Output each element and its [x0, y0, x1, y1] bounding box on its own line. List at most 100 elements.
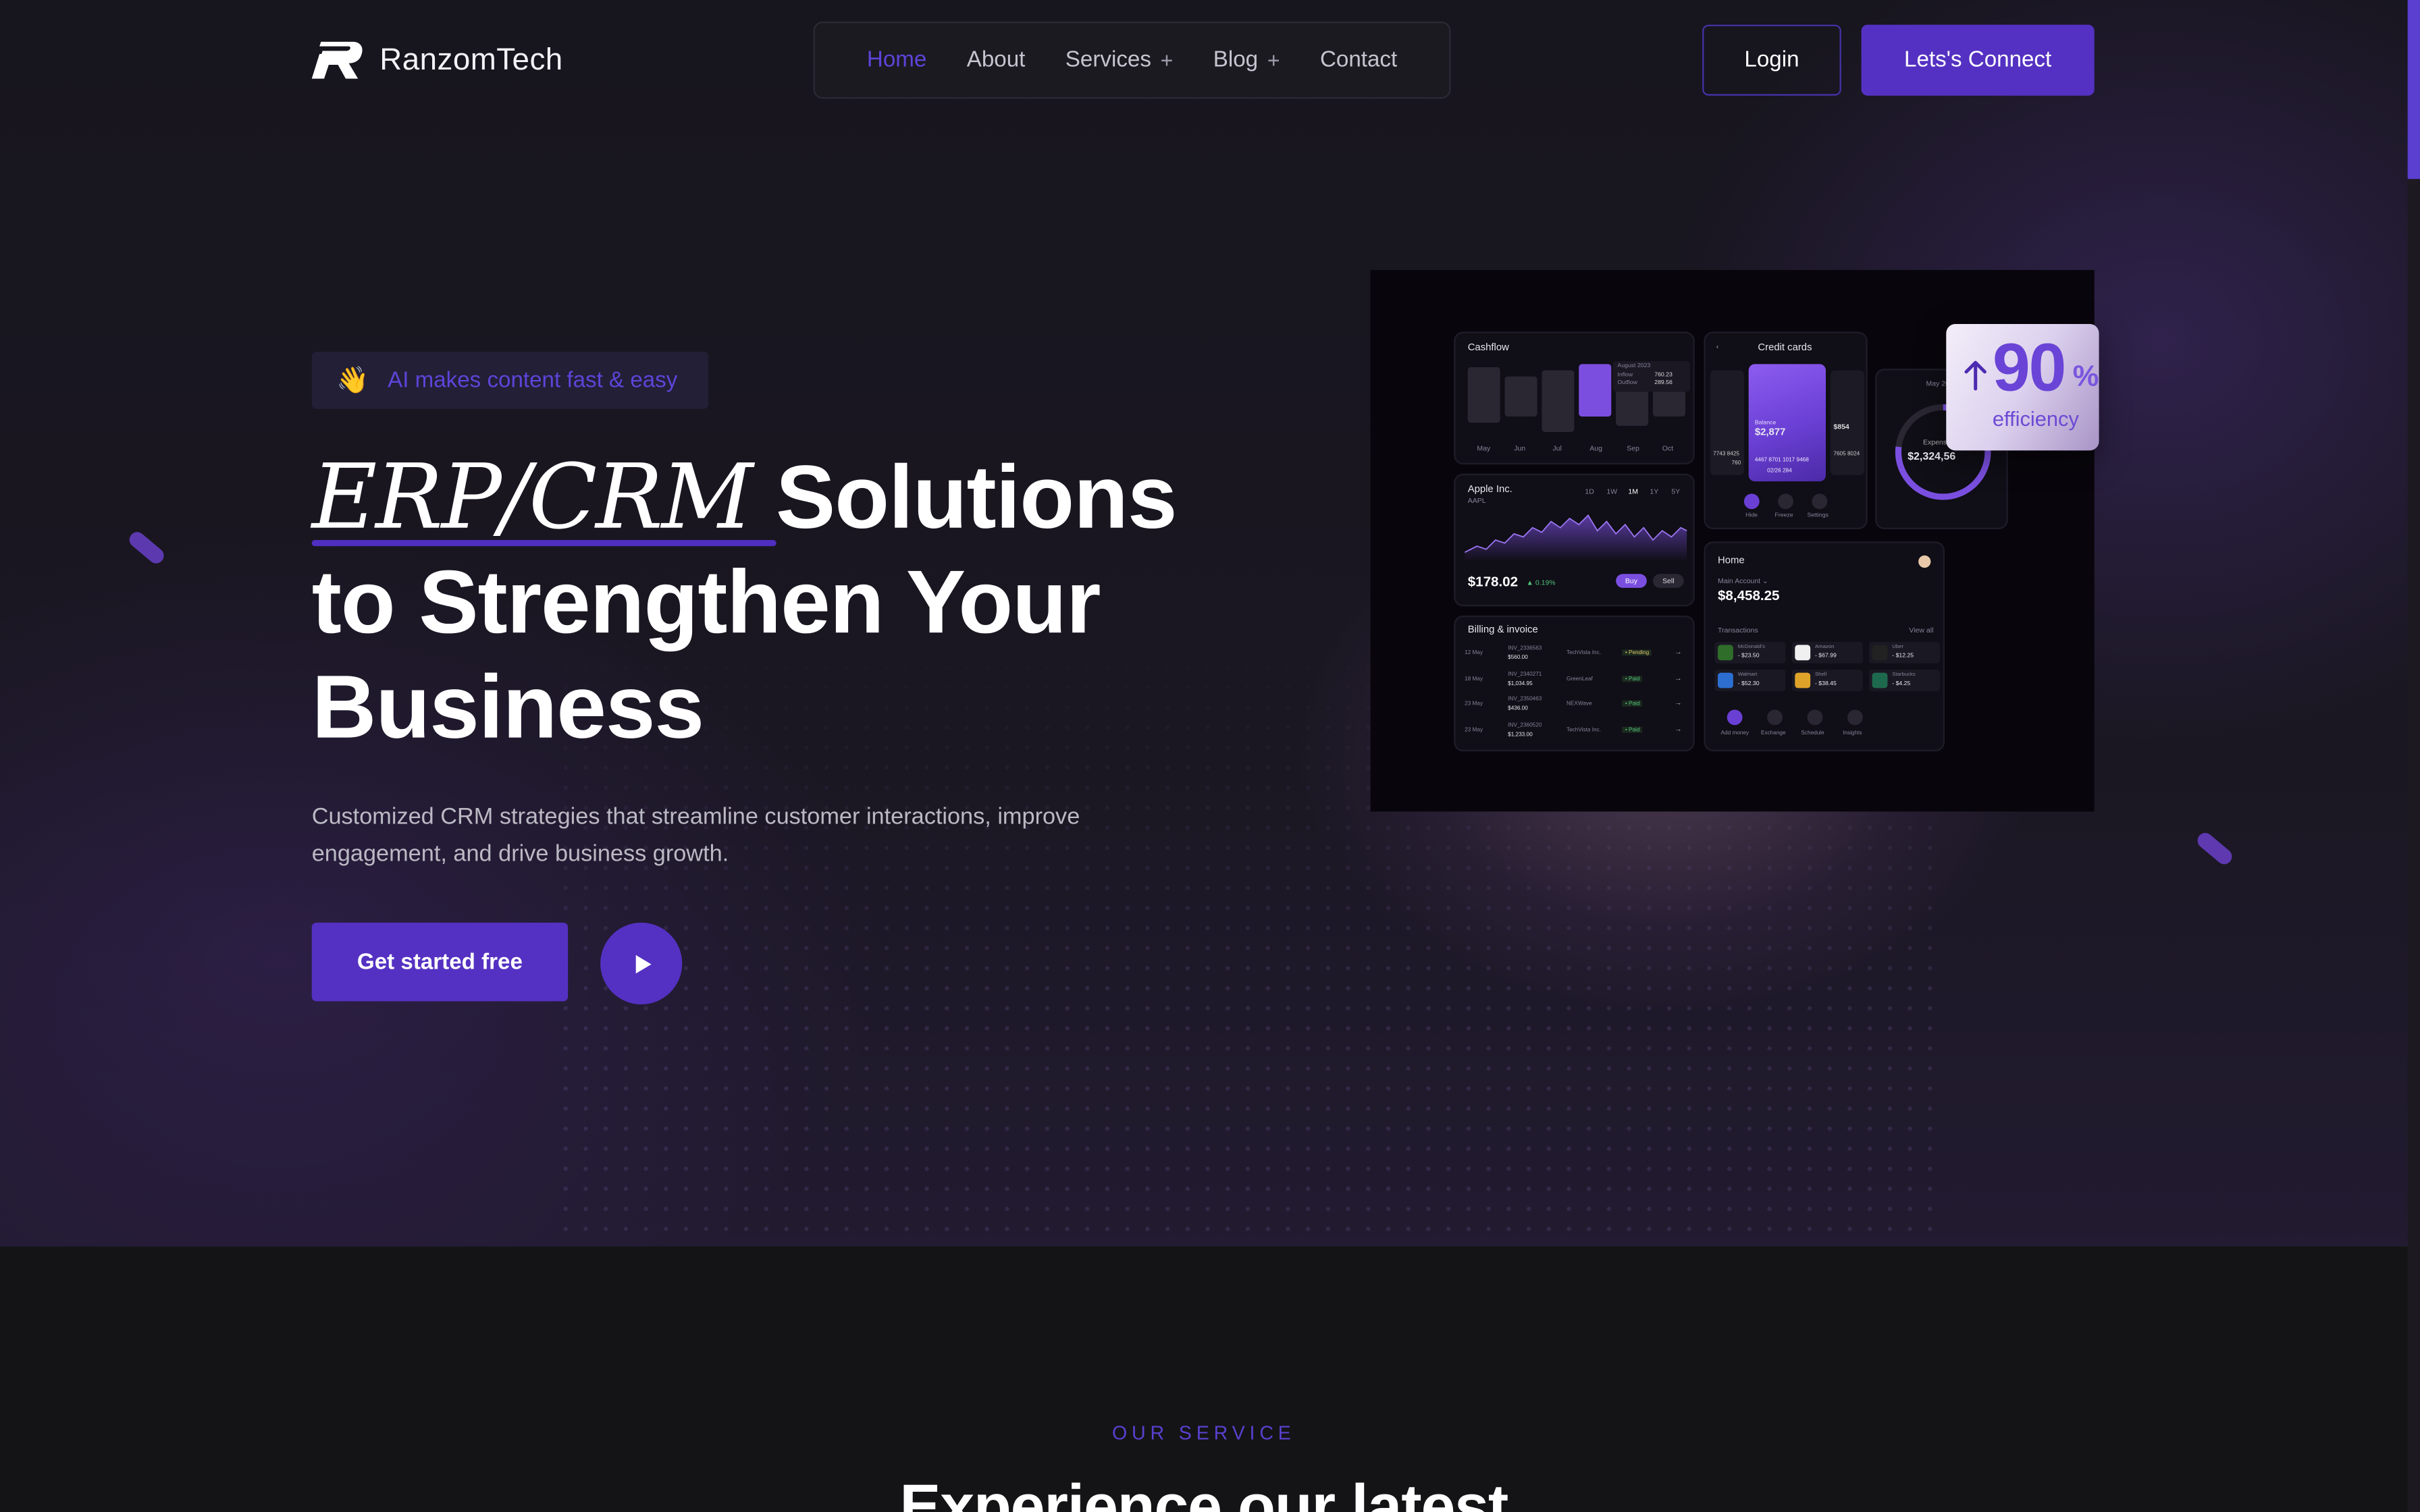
arrow-up-icon — [1964, 360, 1987, 391]
transaction-amount: - $12.25 — [1892, 652, 1914, 659]
insights-icon[interactable] — [1847, 709, 1863, 726]
card-balance: $2,877 — [1754, 427, 1786, 439]
get-started-button[interactable]: Get started free — [311, 922, 569, 1002]
play-video-button[interactable] — [600, 922, 683, 1004]
hero-title-line3: Business — [311, 657, 704, 758]
arrow-right-icon[interactable]: → — [1675, 648, 1682, 655]
hero-badge: 👋 AI makes content fast & easy — [311, 352, 709, 409]
credit-cards-card: ‹ Credit cards 7743 8425 760 Balance $2,… — [1704, 331, 1868, 529]
action-label: Freeze — [1774, 512, 1793, 518]
page: RanzomTech Home About Services + Blog + … — [0, 0, 2420, 1512]
avatar[interactable] — [1918, 555, 1931, 568]
side-card-number: 7605 8024 — [1833, 450, 1860, 457]
account-selector[interactable]: Main Account ⌄ — [1718, 577, 1768, 587]
invoice-amount: $1,034.95 — [1508, 679, 1533, 686]
merchant-name: Walmart — [1737, 671, 1758, 678]
services-eyebrow: OUR SERVICE — [1111, 1422, 1296, 1444]
stock-ticker: AAPL — [1467, 496, 1486, 505]
arrow-right-icon[interactable]: → — [1675, 699, 1682, 706]
card-stack-right: $854 7605 8024 — [1830, 370, 1865, 475]
nav-item-about[interactable]: About — [967, 48, 1026, 73]
arrow-right-icon[interactable]: → — [1675, 724, 1682, 732]
home-title: Home — [1717, 555, 1745, 566]
invoice-date: 12 May — [1465, 649, 1483, 656]
invoice-amount: $1,233.00 — [1508, 730, 1533, 737]
services-section — [0, 1246, 2420, 1512]
action-label: Hide — [1745, 512, 1758, 518]
invoice-date: 18 May — [1465, 674, 1483, 682]
stock-sparkline — [1465, 514, 1687, 562]
scrollbar-thumb[interactable] — [2407, 0, 2420, 180]
nav-label: Blog — [1213, 47, 1259, 73]
nav-item-contact[interactable]: Contact — [1320, 48, 1397, 73]
efficiency-unit: % — [2072, 360, 2099, 394]
cashflow-card: Cashflow August 2023 Inflow 760.23 Outfl… — [1454, 331, 1695, 464]
buy-button[interactable]: Buy — [1616, 574, 1647, 588]
card-balance-label: Balance — [1754, 419, 1777, 426]
invoice-id: INV_2340271 — [1508, 670, 1542, 677]
merchant-name: Shell — [1814, 671, 1827, 678]
merchant-name: Starbucks — [1892, 671, 1916, 678]
month-label: Jul — [1552, 444, 1562, 452]
cashflow-tooltip: August 2023 Inflow 760.23 Outflow 289.56 — [1612, 360, 1690, 392]
hero-title-line2: to Strengthen Your — [311, 552, 1101, 653]
invoice-status: • Paid — [1622, 726, 1643, 732]
arrow-right-icon[interactable]: → — [1675, 674, 1682, 681]
billing-card: Billing & invoice 12 May INV_2336563 $560.… — [1454, 615, 1695, 752]
transaction-item[interactable]: Shell - $38.45 — [1791, 669, 1863, 691]
transaction-amount: - $67.99 — [1814, 652, 1837, 659]
transaction-item[interactable]: Starbucks - $4.25 — [1868, 669, 1941, 691]
invoice-row[interactable]: 12 May INV_2336563 $560.00 TechVista Inc. • … — [1465, 645, 1687, 665]
tooltip-date: August 2023 — [1617, 362, 1651, 369]
merchant-logo-icon — [1795, 672, 1811, 688]
action-label: Settings — [1807, 512, 1829, 518]
transaction-item[interactable]: Walmart - $52.30 — [1714, 669, 1786, 691]
nav-item-services[interactable]: Services + — [1066, 48, 1174, 73]
invoice-row[interactable]: 23 May INV_2350463 $436.00 NEXWave • Paid → — [1465, 696, 1687, 716]
cashflow-bar — [1504, 376, 1537, 417]
schedule-icon[interactable] — [1807, 709, 1823, 726]
nav-item-home[interactable]: Home — [867, 48, 926, 73]
tooltip-inflow: 760.23 — [1654, 371, 1673, 378]
exchange-icon[interactable] — [1767, 709, 1783, 726]
tooltip-inflow-label: Inflow — [1617, 371, 1633, 378]
range-tab: 1Y — [1650, 487, 1659, 495]
connect-button[interactable]: Lets's Connect — [1861, 24, 2095, 96]
nav-label: Services — [1065, 47, 1151, 73]
invoice-row[interactable]: 23 May INV_2360520 $1,233.00 TechVista Inc.… — [1465, 722, 1687, 742]
side-card-balance: $854 — [1833, 423, 1849, 431]
login-button[interactable]: Login — [1702, 24, 1841, 96]
invoice-date: 23 May — [1465, 726, 1483, 732]
badge-text: AI makes content fast & easy — [388, 368, 678, 393]
add-money-icon[interactable] — [1727, 709, 1743, 726]
hero-title: ERP/CRM Solutions to Strengthen Your Busin… — [311, 444, 1269, 761]
settings-icon[interactable] — [1812, 493, 1828, 510]
invoice-row[interactable]: 18 May INV_2340271 $1,034.95 GreenLeaf • Pai… — [1465, 670, 1687, 691]
nav-label: Contact — [1319, 47, 1398, 73]
cashflow-bar — [1467, 367, 1500, 423]
freeze-icon[interactable] — [1778, 493, 1793, 510]
scrollbar[interactable] — [2407, 0, 2420, 1512]
transaction-item[interactable]: McDonald's - $23.50 — [1714, 641, 1786, 664]
invoice-client: GreenLeaf — [1566, 674, 1593, 682]
transaction-item[interactable]: Uber - $12.25 — [1868, 641, 1941, 664]
invoice-id: INV_2360520 — [1508, 721, 1542, 728]
brand-logo[interactable]: RanzomTech — [311, 41, 563, 79]
view-all-link[interactable]: View all — [1909, 626, 1933, 634]
credit-card-active[interactable]: Balance $2,877 4467 8701 1017 9468 02/26… — [1748, 364, 1826, 482]
merchant-logo-icon — [1717, 672, 1733, 688]
invoice-amount: $560.00 — [1508, 654, 1528, 661]
sell-button[interactable]: Sell — [1652, 574, 1684, 588]
efficiency-label: efficiency — [1992, 407, 2079, 431]
stock-card: Apple Inc. AAPL 1D 1W 1M 1Y 5Y $178.02 ▲… — [1454, 473, 1695, 607]
invoice-client: NEXWave — [1566, 700, 1592, 707]
back-chevron-icon[interactable]: ‹ — [1716, 342, 1719, 350]
invoice-amount: $436.00 — [1508, 705, 1528, 711]
merchant-name: Uber — [1892, 643, 1904, 650]
account-balance: $8,458.25 — [1717, 587, 1780, 603]
transaction-item[interactable]: Amazon - $67.99 — [1791, 641, 1863, 664]
hide-icon[interactable] — [1743, 493, 1760, 510]
nav-item-blog[interactable]: Blog + — [1213, 48, 1280, 73]
action-label: Insights — [1843, 730, 1862, 736]
range-tab: 1W — [1606, 487, 1618, 495]
